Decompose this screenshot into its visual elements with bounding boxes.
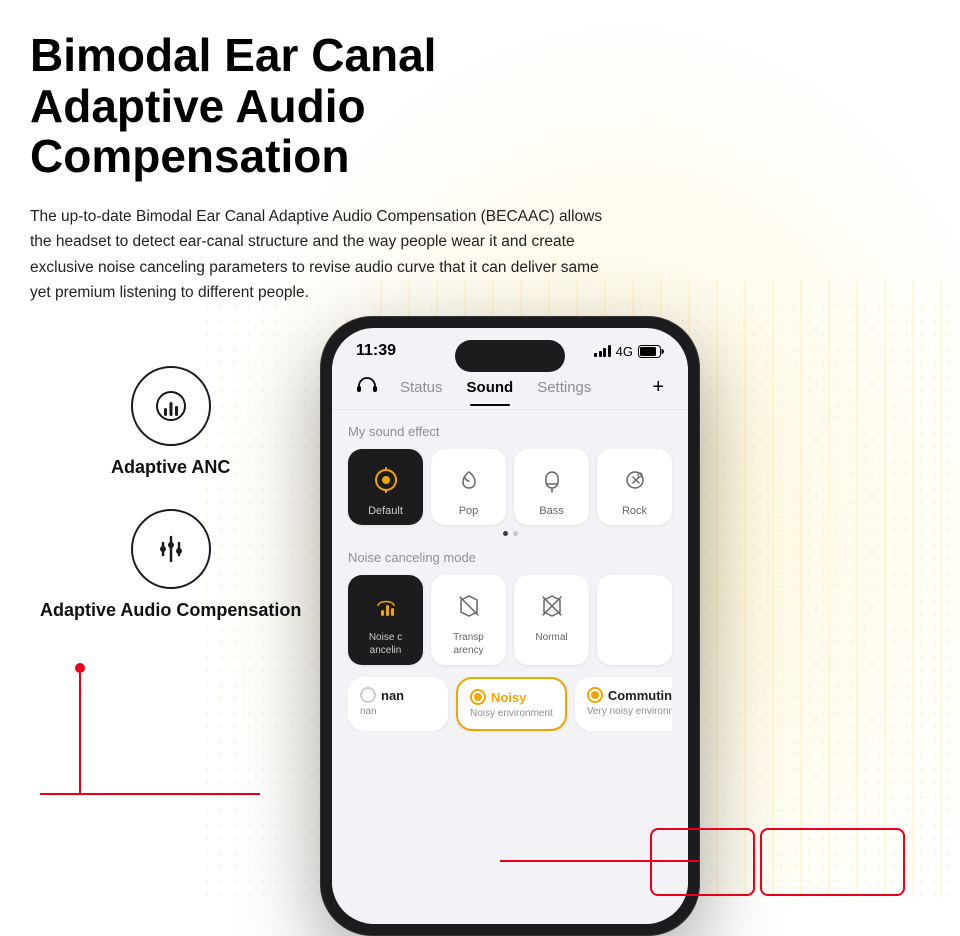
slider-card-noisy[interactable]: Noisy Noisy environment	[456, 677, 567, 731]
sound-card-pop-label: Pop	[459, 505, 479, 517]
annotation-overlay	[320, 796, 700, 896]
rock-sound-icon	[616, 461, 654, 499]
noise-card-cancel[interactable]: Noise c ancelin	[348, 575, 423, 665]
add-tab-button[interactable]: +	[644, 368, 672, 407]
dot-1	[503, 531, 508, 536]
noise-card-normal[interactable]: Normal	[514, 575, 589, 665]
sound-effect-cards: Default	[348, 449, 672, 525]
slider-card-commuting-top: Commuting	[587, 687, 672, 703]
adaptive-anc-icon-circle	[131, 366, 211, 446]
slider-card-noisy-top: Noisy	[470, 689, 553, 705]
page-description: The up-to-date Bimodal Ear Canal Adaptiv…	[30, 204, 610, 306]
left-icons-column: Adaptive ANC Adaptive Au	[30, 346, 301, 795]
slider-dot-commuting-inner	[591, 691, 599, 699]
slider-dot-noisy-inner	[474, 693, 482, 701]
noise-cancel-svg	[370, 590, 402, 622]
slider-card-noisy-sub: Noisy environment	[470, 708, 553, 719]
sound-card-default[interactable]: Default	[348, 449, 423, 525]
signal-bar-2	[599, 351, 602, 357]
noise-card-empty	[597, 575, 672, 665]
noise-card-transparency-label: Transp arency	[439, 631, 498, 657]
status-icons: 4G	[594, 344, 664, 359]
bass-sound-icon	[533, 461, 571, 499]
network-label: 4G	[616, 344, 633, 359]
slider-card-noisy-title: Noisy	[491, 690, 526, 705]
adaptive-anc-item: Adaptive ANC	[40, 366, 301, 479]
tab-sound[interactable]: Sound	[457, 369, 524, 406]
pop-icon-svg	[453, 464, 485, 496]
battery-icon	[638, 345, 664, 358]
slider-card-nan-title: nan	[381, 688, 404, 703]
red-dot	[75, 663, 85, 673]
red-rect-left	[650, 828, 755, 896]
adaptive-anc-label: Adaptive ANC	[111, 456, 230, 479]
rock-icon-svg	[619, 464, 651, 496]
signal-bar-4	[608, 345, 611, 357]
slider-card-nan-sub: nan	[360, 706, 436, 717]
audio-comp-icon	[153, 531, 189, 567]
normal-svg	[536, 590, 568, 622]
signal-bar-3	[603, 348, 606, 357]
adaptive-audio-item: Adaptive Audio Compensation	[40, 509, 301, 622]
slider-dot-commuting	[587, 687, 603, 703]
slider-card-commuting-title: Commuting	[608, 688, 672, 703]
slider-card-commuting-sub: Very noisy environment	[587, 706, 672, 717]
carousel-dots	[348, 531, 672, 536]
page-title: Bimodal Ear Canal Adaptive Audio Compens…	[30, 30, 610, 182]
noise-mode-section-label: Noise canceling mode	[348, 550, 672, 565]
tab-settings[interactable]: Settings	[527, 369, 601, 406]
adaptive-audio-label: Adaptive Audio Compensation	[40, 599, 301, 622]
noise-card-transparency[interactable]: Transp arency	[431, 575, 506, 665]
slider-card-nan[interactable]: nan nan	[348, 677, 448, 731]
sound-card-default-label: Default	[368, 505, 403, 517]
red-vertical-line	[79, 673, 81, 793]
adaptive-audio-icon-circle	[131, 509, 211, 589]
transparency-icon	[450, 587, 488, 625]
environment-slider: nan nan	[348, 677, 672, 731]
red-horizontal-line	[40, 793, 260, 795]
sound-card-rock-label: Rock	[622, 505, 647, 517]
sound-card-bass-label: Bass	[539, 505, 563, 517]
dot-2	[513, 531, 518, 536]
pop-sound-icon	[450, 461, 488, 499]
default-sound-icon	[367, 461, 405, 499]
status-time: 11:39	[356, 342, 396, 360]
default-icon-svg	[370, 464, 402, 496]
dynamic-island	[455, 340, 565, 372]
slider-dot-nan	[360, 687, 376, 703]
sound-effect-section-label: My sound effect	[348, 424, 672, 439]
noise-cancel-icon	[367, 587, 405, 625]
transparency-svg	[453, 590, 485, 622]
page-wrapper: Bimodal Ear Canal Adaptive Audio Compens…	[0, 0, 960, 898]
red-annotation-line-right	[500, 860, 700, 862]
sound-card-rock[interactable]: Rock	[597, 449, 672, 525]
slider-dot-noisy	[470, 689, 486, 705]
sound-card-bass[interactable]: Bass	[514, 449, 589, 525]
empty-icon	[616, 587, 654, 625]
signal-bar-1	[594, 353, 597, 357]
noise-card-normal-label: Normal	[535, 631, 567, 644]
tab-status[interactable]: Status	[390, 369, 453, 406]
phone-mockup-container: 11:39 4G	[320, 316, 700, 896]
slider-card-commuting[interactable]: Commuting Very noisy environment	[575, 677, 672, 731]
anc-icon	[153, 388, 189, 424]
lower-section: Adaptive ANC Adaptive Au	[30, 346, 930, 795]
red-indicator-line	[40, 653, 301, 795]
headphone-svg	[356, 376, 378, 394]
sound-card-pop[interactable]: Pop	[431, 449, 506, 525]
slider-card-nan-top: nan	[360, 687, 436, 703]
headphone-icon	[348, 366, 386, 409]
noise-card-cancel-label: Noise c ancelin	[356, 631, 415, 657]
noise-mode-cards: Noise c ancelin	[348, 575, 672, 665]
normal-mode-icon	[533, 587, 571, 625]
red-rect-center	[760, 828, 905, 896]
signal-bars-icon	[594, 345, 611, 357]
main-content: Bimodal Ear Canal Adaptive Audio Compens…	[0, 0, 960, 795]
bass-icon-svg	[536, 464, 568, 496]
app-tab-bar: Status Sound Settings +	[332, 366, 688, 410]
